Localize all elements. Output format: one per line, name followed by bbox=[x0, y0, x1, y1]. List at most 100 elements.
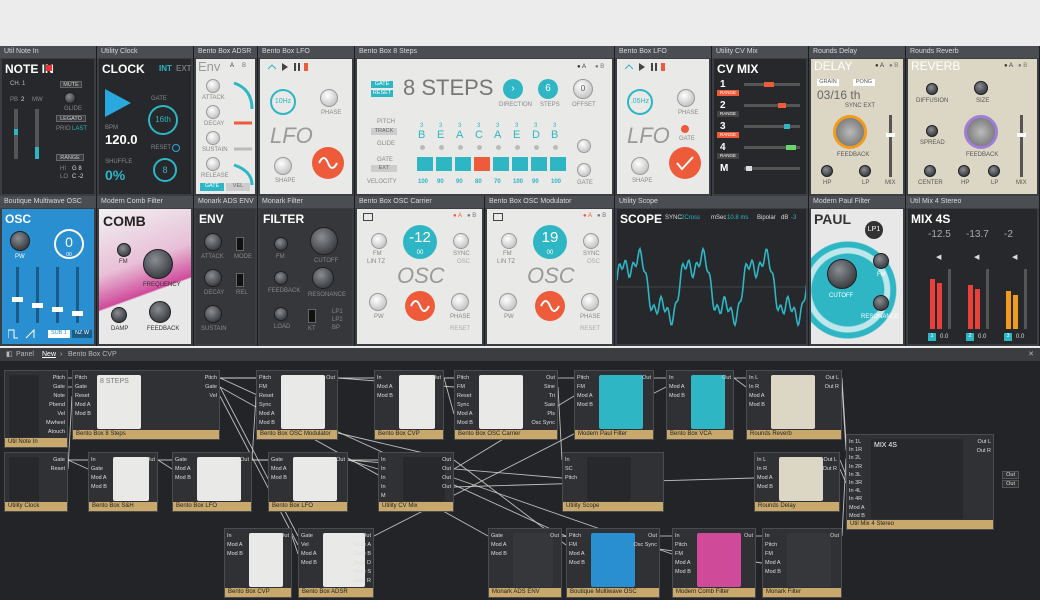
node-thumbnail[interactable]: MIX 4S bbox=[871, 439, 963, 519]
gate-step[interactable] bbox=[512, 157, 528, 171]
input-port[interactable]: In bbox=[381, 466, 386, 472]
output-port[interactable]: Out bbox=[550, 533, 559, 539]
velocity-value[interactable]: 100 bbox=[418, 179, 428, 185]
mix-slider[interactable] bbox=[1017, 115, 1026, 177]
input-port[interactable]: Pitch bbox=[259, 375, 271, 381]
channel-level[interactable]: -13.7 bbox=[966, 229, 989, 240]
output-port[interactable]: Out bbox=[830, 533, 839, 539]
decay-knob[interactable] bbox=[204, 269, 222, 287]
input-port[interactable]: Mod B bbox=[175, 475, 191, 481]
output-port[interactable]: Mwheel bbox=[46, 420, 65, 426]
direction-knob[interactable]: › bbox=[503, 79, 523, 99]
cv-amount-slider[interactable] bbox=[744, 167, 800, 170]
node-thumbnail[interactable] bbox=[771, 375, 815, 429]
glide-dot[interactable] bbox=[515, 145, 520, 150]
input-port[interactable]: Mod B bbox=[569, 560, 585, 566]
patch-node-lfo1[interactable]: Gate Mod A Mod B Out Bento Box LFO bbox=[172, 452, 252, 512]
steps-knob[interactable]: 6 bbox=[538, 79, 558, 99]
input-port[interactable]: Reset bbox=[457, 393, 471, 399]
waveform-button[interactable] bbox=[535, 291, 565, 321]
output-port[interactable]: Osc Sync bbox=[531, 420, 555, 426]
module-rounds-reverb[interactable]: Rounds Reverb REVERB ● A ● B DIFFUSION S… bbox=[906, 46, 1040, 196]
node-thumbnail[interactable] bbox=[113, 457, 149, 501]
mod-b-selector[interactable]: ● B bbox=[597, 213, 606, 219]
input-port[interactable]: Sync bbox=[457, 402, 469, 408]
output-port[interactable]: Out bbox=[432, 375, 441, 381]
output-port[interactable]: Gate R bbox=[354, 578, 371, 584]
patch-node-mix4[interactable]: MIX 4S In 1L In 1R In 2L In 2R In 3L In 3R In 4… bbox=[846, 434, 1019, 530]
step-note[interactable]: B bbox=[418, 129, 425, 141]
channel-number[interactable]: 3 bbox=[1004, 333, 1012, 341]
output-port[interactable]: Out bbox=[442, 484, 451, 490]
pw-knob[interactable] bbox=[369, 293, 387, 311]
reset-knob[interactable]: 8 bbox=[153, 158, 177, 182]
channel-label[interactable]: CH. 1 bbox=[10, 81, 25, 87]
output-port[interactable]: Gate S bbox=[354, 569, 371, 575]
vel-button[interactable]: VEL bbox=[226, 183, 250, 191]
module-bento-adsr[interactable]: Bento Box ADSR Env A B ATTACK DECAY SUST… bbox=[194, 46, 258, 196]
phase-knob[interactable] bbox=[677, 89, 695, 107]
pitch-knob[interactable]: -12 00 bbox=[403, 225, 437, 259]
range-button[interactable]: RANGE bbox=[717, 90, 739, 96]
input-port[interactable]: Mod B bbox=[75, 411, 91, 417]
channel-number[interactable]: 1 bbox=[928, 333, 936, 341]
bp-option[interactable]: BP bbox=[332, 325, 340, 331]
patch-node-adsr[interactable]: Gate Vel Mod A Mod B Out Gate A Gate B Gate D Ga… bbox=[298, 528, 374, 598]
input-port[interactable]: Mod A bbox=[75, 402, 91, 408]
damp-knob[interactable] bbox=[111, 307, 127, 323]
hp-knob[interactable] bbox=[821, 165, 833, 177]
lp1-option[interactable]: LP1 bbox=[332, 309, 343, 315]
cv-amount-slider[interactable] bbox=[744, 104, 800, 107]
channel-fader[interactable] bbox=[948, 269, 951, 329]
output-port[interactable]: Out bbox=[744, 533, 753, 539]
module-bento-lfo-1[interactable]: Bento Box LFO 10Hz PHASE LFO SHAPE bbox=[258, 46, 355, 196]
input-port[interactable]: FM bbox=[765, 551, 773, 557]
waveform-button[interactable] bbox=[405, 291, 435, 321]
input-port[interactable]: FM bbox=[675, 551, 683, 557]
shape-knob[interactable] bbox=[274, 157, 292, 175]
kt-switch[interactable] bbox=[308, 309, 316, 323]
keyboard-icon[interactable] bbox=[363, 213, 373, 221]
input-port[interactable]: Mod A bbox=[757, 475, 773, 481]
glide-knob[interactable] bbox=[577, 139, 591, 153]
velocity-value[interactable]: 100 bbox=[513, 179, 523, 185]
node-thumbnail[interactable] bbox=[691, 375, 725, 429]
glide-dot[interactable] bbox=[553, 145, 558, 150]
step-note[interactable]: C bbox=[475, 129, 483, 141]
mix-slider[interactable] bbox=[886, 115, 895, 177]
cutoff-knob[interactable] bbox=[310, 227, 338, 255]
patch-node-boutique[interactable]: Pitch FM Mod A Mod B Out Osc Sync Boutique Mul… bbox=[566, 528, 660, 598]
node-thumbnail[interactable] bbox=[399, 375, 435, 429]
input-port[interactable]: Mod A bbox=[577, 393, 593, 399]
power-icon[interactable] bbox=[172, 144, 180, 152]
gate-button[interactable]: GATE bbox=[371, 81, 393, 88]
output-port[interactable]: Atouch bbox=[48, 429, 65, 435]
input-port[interactable]: Mod B bbox=[91, 484, 107, 490]
input-port[interactable]: Reset bbox=[259, 393, 273, 399]
output-port[interactable]: Out R bbox=[977, 448, 991, 454]
grain-button[interactable]: GRAIN bbox=[817, 79, 839, 86]
input-port[interactable]: FM bbox=[457, 384, 465, 390]
glide-dot[interactable] bbox=[496, 145, 501, 150]
patch-node-sh[interactable]: In Gate Mod A Mod B Out Bento Box S&H bbox=[88, 452, 158, 512]
msec-value[interactable]: 10.8 ms bbox=[727, 215, 748, 221]
resonance-knob[interactable] bbox=[312, 267, 334, 289]
output-port[interactable]: Pls bbox=[547, 411, 555, 417]
glide-dot[interactable] bbox=[439, 145, 444, 150]
gate-step[interactable] bbox=[455, 157, 471, 171]
shape-knob[interactable] bbox=[631, 157, 649, 175]
node-thumbnail[interactable] bbox=[599, 375, 643, 429]
patch-node-paul[interactable]: Pitch FM Mod A Mod B Out Modern Paul Filter bbox=[574, 370, 654, 440]
input-port[interactable]: Mod B bbox=[577, 402, 593, 408]
output-port[interactable]: Out L bbox=[978, 439, 991, 445]
output-port[interactable]: Tri bbox=[549, 393, 555, 399]
input-port[interactable]: Mod B bbox=[765, 569, 781, 575]
release-knob[interactable] bbox=[206, 157, 220, 171]
input-port[interactable]: Pitch bbox=[765, 542, 777, 548]
input-port[interactable]: In bbox=[91, 457, 96, 463]
gate-step[interactable] bbox=[474, 157, 490, 171]
gate-rate-knob[interactable]: 16th bbox=[148, 105, 178, 135]
module-modern-paul[interactable]: Modern Paul Filter PAUL LP1 CUTOFF FM RE… bbox=[809, 196, 906, 346]
input-port[interactable]: Reset bbox=[75, 393, 89, 399]
transport-icons[interactable] bbox=[268, 63, 308, 71]
